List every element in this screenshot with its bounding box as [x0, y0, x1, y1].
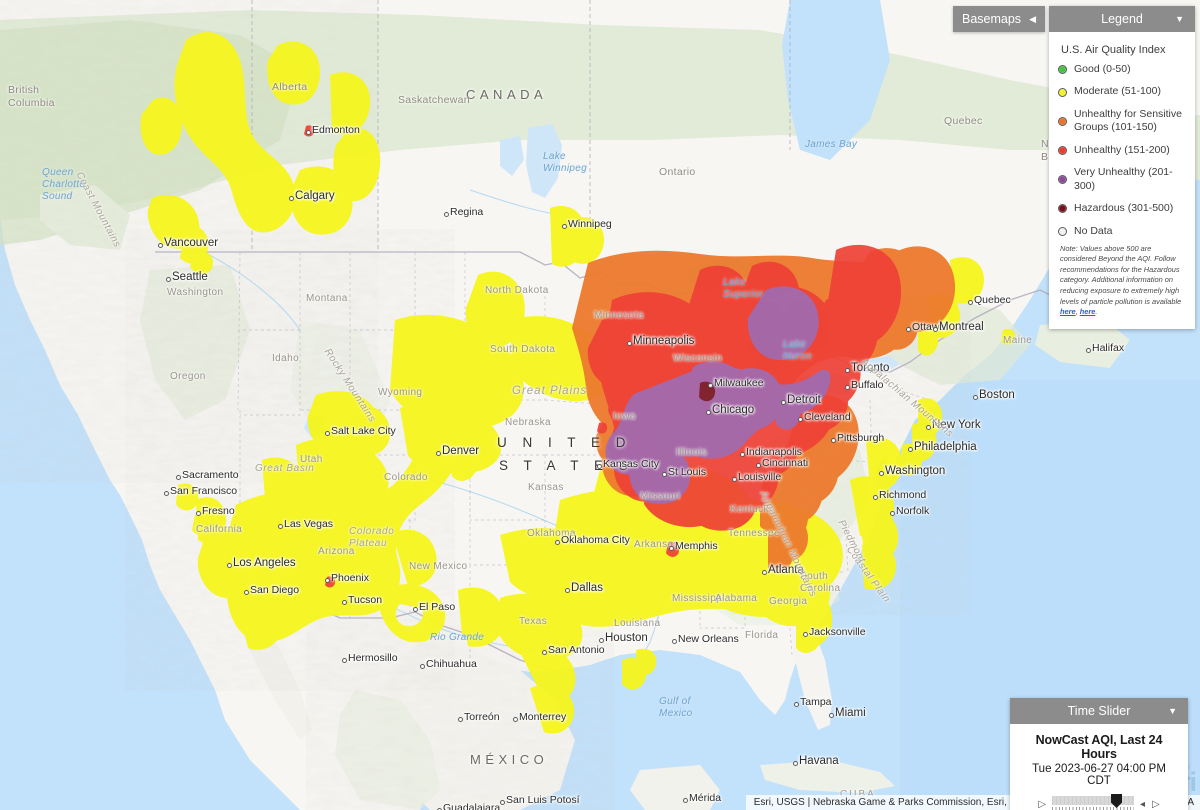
map-canvas[interactable]: CANADA U N I T E DS T A T E S MÉXICO Britis…: [0, 0, 1200, 810]
legend-item-good[interactable]: Good (0-50): [1058, 63, 1186, 76]
legend-swatch-no-data: [1058, 226, 1067, 236]
legend-swatch-moderate: [1058, 87, 1067, 97]
time-slider-header[interactable]: Time Slider ▼: [1010, 698, 1188, 724]
legend-swatch-good: [1058, 65, 1067, 75]
legend-note-link-2[interactable]: here: [1080, 307, 1096, 316]
legend-body: U.S. Air Quality Index Good (0-50) Modera…: [1049, 32, 1195, 329]
legend-swatch-unhealthy: [1058, 145, 1067, 155]
legend-item-very-unhealthy[interactable]: Very Unhealthy (201-300): [1058, 166, 1186, 193]
time-slider-panel[interactable]: Time Slider ▼ NowCast AQI, Last 24 Hours…: [1010, 698, 1188, 810]
triangle-left-icon: ◀: [1029, 13, 1036, 24]
legend-label-unhealthy: Unhealthy (151-200): [1074, 143, 1170, 156]
chevron-down-icon[interactable]: ▼: [1175, 14, 1184, 24]
legend-header-label: Legend: [1101, 12, 1143, 26]
time-slider-controls: ▷ ◂ ▷: [1020, 794, 1178, 810]
legend-panel[interactable]: Legend ▼ U.S. Air Quality Index Good (0-…: [1049, 6, 1195, 329]
legend-label-unhealthy-sensitive: Unhealthy for Sensitive Groups (101-150): [1074, 107, 1182, 134]
legend-header[interactable]: Legend ▼: [1049, 6, 1195, 32]
time-slider-date: Tue 2023-06-27 04:00 PM CDT: [1032, 763, 1166, 787]
legend-label-moderate: Moderate (51-100): [1074, 85, 1161, 98]
time-slider-track[interactable]: [1051, 794, 1134, 808]
step-back-icon[interactable]: ◂: [1139, 800, 1146, 810]
legend-note-link-1[interactable]: here: [1060, 307, 1076, 316]
legend-item-unhealthy[interactable]: Unhealthy (151-200): [1058, 144, 1186, 157]
legend-swatch-hazardous: [1058, 204, 1067, 214]
legend-note-end: .: [1095, 307, 1098, 317]
legend-label-very-unhealthy: Very Unhealthy (201-300): [1074, 166, 1173, 192]
legend-item-list: Good (0-50) Moderate (51-100) Unhealthy fo…: [1058, 63, 1186, 238]
legend-label-no-data: No Data: [1074, 224, 1113, 237]
time-slider-header-label: Time Slider: [1067, 704, 1131, 718]
legend-item-unhealthy-sensitive[interactable]: Unhealthy for Sensitive Groups (101-150): [1058, 108, 1186, 135]
time-slider-track-wrap: [1051, 794, 1134, 810]
map-svg: [0, 0, 1200, 810]
time-slider-title: NowCast AQI, Last 24 Hours: [1035, 733, 1163, 761]
step-forward-icon[interactable]: ▷: [1151, 800, 1161, 810]
legend-item-hazardous[interactable]: Hazardous (301-500): [1058, 202, 1186, 215]
legend-label-hazardous: Hazardous (301-500): [1074, 202, 1174, 215]
legend-swatch-very-unhealthy: [1058, 175, 1067, 185]
basemaps-button[interactable]: Basemaps ◀: [953, 6, 1045, 32]
time-slider-body: NowCast AQI, Last 24 Hours Tue 2023-06-2…: [1010, 724, 1188, 810]
legend-title: U.S. Air Quality Index: [1061, 44, 1166, 56]
map-application: CANADA U N I T E DS T A T E S MÉXICO Britis…: [0, 0, 1200, 810]
legend-label-good: Good (0-50): [1074, 63, 1131, 75]
legend-swatch-unhealthy-sensitive: [1058, 116, 1067, 126]
legend-item-moderate[interactable]: Moderate (51-100): [1058, 85, 1186, 98]
legend-note: Note: Values above 500 are considered Be…: [1060, 244, 1184, 318]
play-icon[interactable]: ▷: [1037, 800, 1047, 810]
chevron-down-icon[interactable]: ▼: [1168, 706, 1177, 716]
basemaps-label: Basemaps: [962, 12, 1022, 26]
legend-note-text: Note: Values above 500 are considered Be…: [1060, 243, 1182, 306]
time-slider-thumb[interactable]: [1111, 794, 1123, 808]
legend-item-no-data[interactable]: No Data: [1058, 225, 1186, 238]
